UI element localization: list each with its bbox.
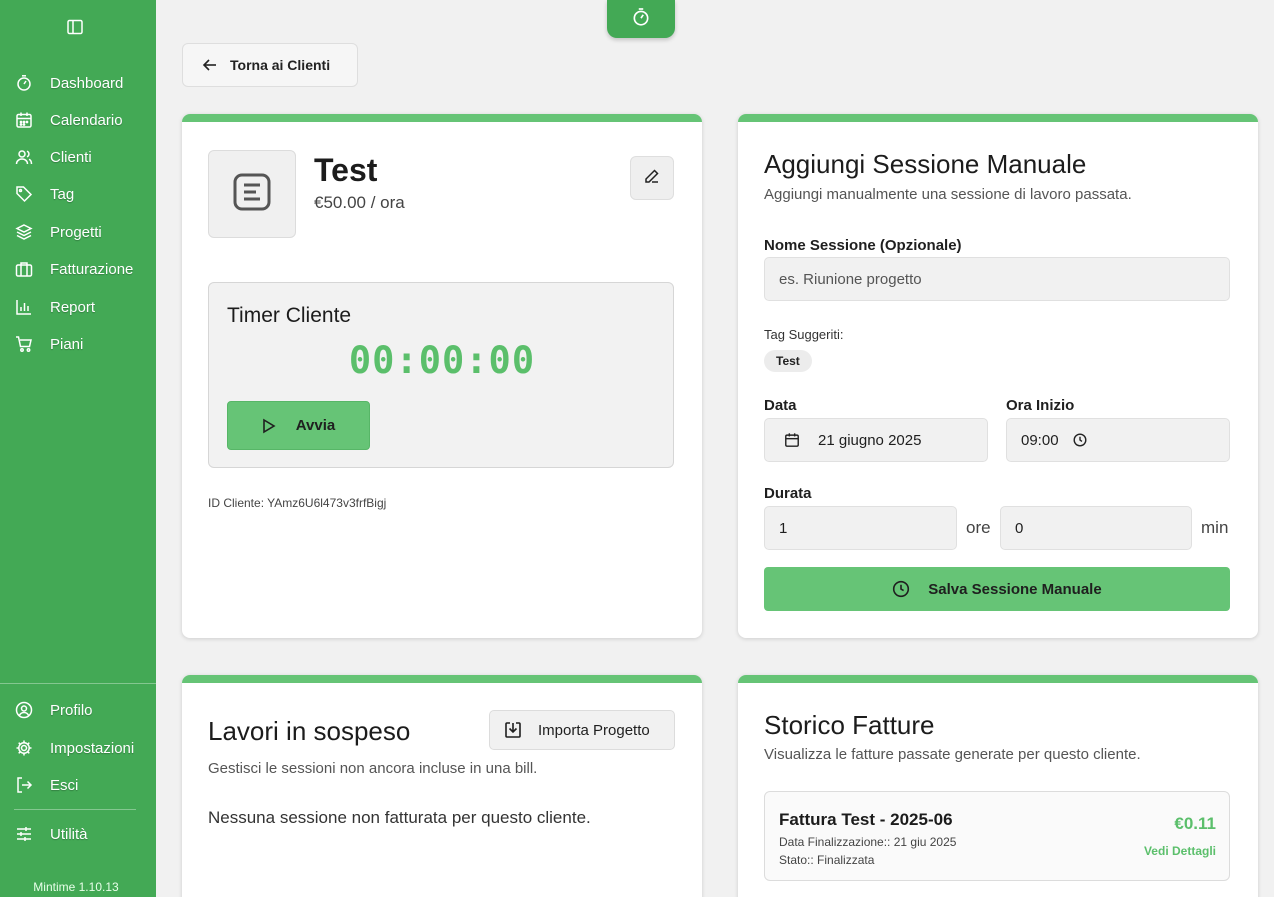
client-hourly-rate: €50.00 / ora — [314, 193, 405, 212]
session-name-label: Nome Sessione (Opzionale) — [764, 237, 962, 254]
import-project-button[interactable]: Importa Progetto — [489, 710, 675, 750]
calendar-icon — [14, 110, 34, 130]
invoice-history-card: Storico Fatture Visualizza le fatture pa… — [738, 675, 1258, 897]
sidebar-item-tag[interactable]: Tag — [0, 179, 156, 209]
document-icon — [232, 172, 272, 217]
sidebar-item-label: Piani — [50, 335, 84, 353]
hours-unit: ore — [966, 518, 991, 537]
client-name: Test — [314, 152, 378, 188]
pencil-icon — [644, 168, 660, 189]
briefcase-icon — [14, 259, 34, 279]
sidebar-item-piani[interactable]: Piani — [0, 329, 156, 359]
pending-empty-message: Nessuna sessione non fatturata per quest… — [208, 808, 591, 827]
clock-icon — [1073, 433, 1087, 447]
clock-icon — [892, 580, 910, 598]
sidebar-item-label: Clienti — [50, 148, 92, 166]
date-label: Data — [764, 397, 797, 414]
invoice-details-link[interactable]: Vedi Dettagli — [1144, 844, 1216, 858]
pending-title: Lavori in sospeso — [208, 716, 411, 746]
app-version: Mintime 1.10.13 — [33, 880, 119, 894]
date-value: 21 giugno 2025 — [818, 431, 922, 449]
pending-subtitle: Gestisci le sessioni non ancora incluse … — [208, 760, 538, 777]
invoice-amount: €0.11 — [1174, 814, 1216, 833]
invoice-status: Stato:: Finalizzata — [779, 853, 875, 867]
suggested-tag-chip[interactable]: Test — [764, 350, 812, 372]
calendar-icon — [784, 432, 800, 448]
client-avatar — [208, 150, 296, 238]
back-to-clients-button[interactable]: Torna ai Clienti — [182, 43, 358, 87]
sidebar-item-utilita[interactable]: Utilità — [0, 819, 156, 849]
timer-display: 00:00:00 — [348, 339, 536, 382]
sidebar-item-fatturazione[interactable]: Fatturazione — [0, 254, 156, 284]
stopwatch-icon — [631, 7, 651, 32]
sidebar-item-report[interactable]: Report — [0, 292, 156, 322]
client-timer-panel: Timer Cliente 00:00:00 Avvia — [208, 282, 674, 468]
invoice-finalized-date: Data Finalizzazione:: 21 giu 2025 — [779, 835, 957, 849]
date-input[interactable]: 21 giugno 2025 — [764, 418, 988, 462]
sidebar-item-label: Report — [50, 298, 96, 316]
play-icon — [262, 418, 276, 434]
sidebar-item-label: Esci — [50, 776, 79, 794]
sidebar-item-impostazioni[interactable]: Impostazioni — [0, 733, 156, 763]
quick-timer-tab[interactable] — [607, 0, 675, 38]
save-manual-session-label: Salva Sessione Manuale — [928, 580, 1102, 598]
start-timer-label: Avvia — [295, 417, 336, 434]
arrow-left-icon — [202, 57, 218, 73]
invoice-history-title: Storico Fatture — [764, 710, 935, 740]
start-timer-button[interactable]: Avvia — [227, 401, 370, 450]
tag-icon — [14, 184, 34, 204]
sidebar-divider — [0, 683, 156, 684]
timer-title: Timer Cliente — [227, 304, 352, 327]
sidebar-item-label: Profilo — [50, 701, 93, 719]
session-name-input[interactable]: es. Riunione progetto — [764, 257, 1230, 301]
sidebar-item-label: Dashboard — [50, 74, 124, 92]
sidebar-item-progetti[interactable]: Progetti — [0, 217, 156, 247]
sidebar: Dashboard Calendario Clienti Tag Progett… — [0, 0, 156, 897]
minutes-unit: min — [1201, 518, 1229, 537]
import-project-label: Importa Progetto — [538, 721, 650, 739]
sliders-icon — [14, 824, 34, 844]
sidebar-item-esci[interactable]: Esci — [0, 770, 156, 800]
sidebar-item-calendario[interactable]: Calendario — [0, 105, 156, 135]
manual-session-subtitle: Aggiungi manualmente una sessione di lav… — [764, 186, 1132, 203]
sidebar-item-clienti[interactable]: Clienti — [0, 142, 156, 172]
sidebar-item-label: Progetti — [50, 223, 102, 241]
sidebar-item-profilo[interactable]: Profilo — [0, 695, 156, 725]
invoice-title: Fattura Test - 2025-06 — [779, 810, 953, 829]
duration-hours-input[interactable]: 1 — [764, 506, 957, 550]
sidebar-item-label: Tag — [50, 185, 75, 203]
pending-work-card: Lavori in sospeso Gestisci le sessioni n… — [182, 675, 702, 897]
users-icon — [14, 147, 34, 167]
gear-icon — [14, 738, 34, 758]
duration-minutes-input[interactable]: 0 — [1000, 506, 1192, 550]
back-button-label: Torna ai Clienti — [230, 57, 331, 73]
start-time-label: Ora Inizio — [1006, 397, 1075, 414]
edit-client-button[interactable] — [630, 156, 674, 200]
start-time-value: 09:00 — [1021, 431, 1059, 449]
sidebar-toggle-icon[interactable] — [66, 18, 84, 36]
cart-icon — [14, 334, 34, 354]
manual-session-title: Aggiungi Sessione Manuale — [764, 149, 1087, 179]
sidebar-item-label: Fatturazione — [50, 260, 134, 278]
sidebar-item-label: Impostazioni — [50, 739, 135, 757]
sidebar-divider — [14, 809, 136, 810]
save-manual-session-button[interactable]: Salva Sessione Manuale — [764, 567, 1230, 611]
sidebar-item-label: Calendario — [50, 111, 123, 129]
layers-icon — [14, 222, 34, 242]
sidebar-item-label: Utilità — [50, 825, 88, 843]
suggested-tags-label: Tag Suggeriti: — [764, 327, 844, 342]
client-id: ID Cliente: YAmz6U6l473v3frfBigj — [208, 496, 387, 510]
client-card: Test €50.00 / ora Timer Cliente 00:00:00… — [182, 114, 702, 638]
sidebar-item-dashboard[interactable]: Dashboard — [0, 68, 156, 98]
start-time-input[interactable]: 09:00 — [1006, 418, 1230, 462]
user-circle-icon — [14, 700, 34, 720]
invoice-item[interactable]: Fattura Test - 2025-06 Data Finalizzazio… — [764, 791, 1230, 881]
bar-chart-icon — [14, 297, 34, 317]
stopwatch-icon — [14, 73, 34, 93]
logout-icon — [14, 775, 34, 795]
duration-label: Durata — [764, 485, 812, 502]
invoice-history-subtitle: Visualizza le fatture passate generate p… — [764, 746, 1141, 763]
import-icon — [504, 721, 522, 739]
manual-session-card: Aggiungi Sessione Manuale Aggiungi manua… — [738, 114, 1258, 638]
